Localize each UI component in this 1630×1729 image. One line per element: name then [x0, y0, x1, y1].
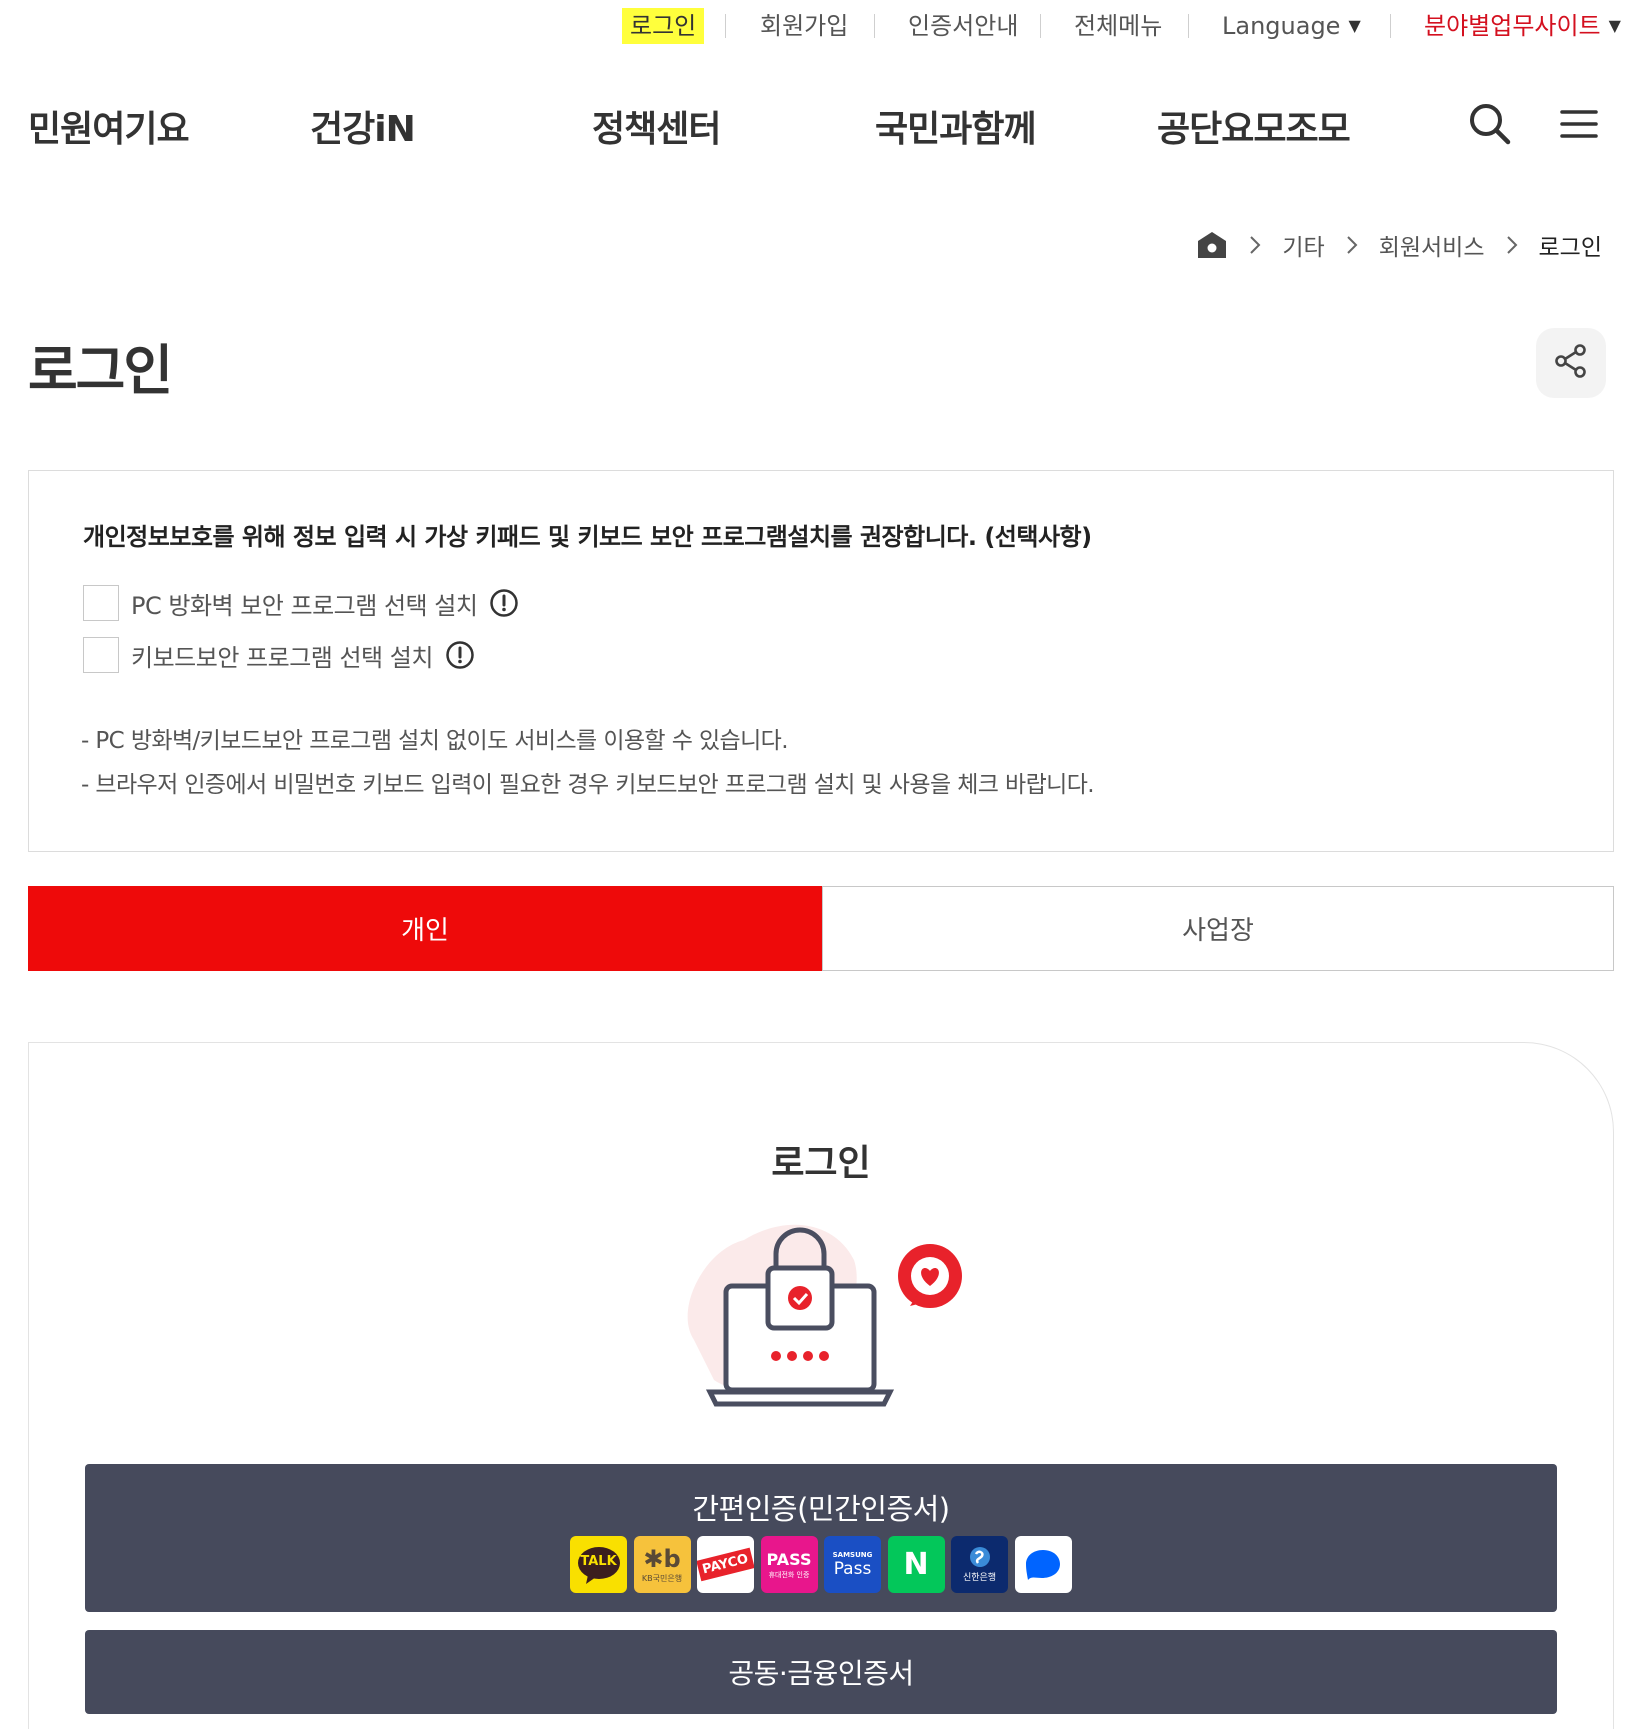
gnb-item-about-nhis[interactable]: 공단요모조모	[1157, 100, 1351, 152]
caret-down-icon: ▼	[1608, 16, 1621, 35]
firewall-checkbox[interactable]	[83, 585, 119, 621]
gnb-item-policy-center[interactable]: 정책센터	[592, 100, 721, 152]
utility-divider	[1040, 14, 1041, 38]
pass-sublabel: 휴대전화 인증	[768, 1570, 810, 1579]
pass-icon: PASS 휴대전화 인증	[760, 1536, 818, 1593]
utility-nav: 로그인 회원가입 인증서안내 전체메뉴 Language ▼ 분야별업무사이트 ▼	[0, 0, 1630, 50]
hamburger-menu-icon[interactable]	[1556, 100, 1604, 148]
home-icon[interactable]	[1196, 229, 1228, 261]
keyboard-security-option: 키보드보안 프로그램 선택 설치	[83, 637, 475, 673]
payco-icon: PAYCO	[697, 1536, 754, 1593]
keyboard-security-option-label[interactable]: 키보드보안 프로그램 선택 설치	[131, 638, 433, 673]
business-sites-dropdown[interactable]: 분야별업무사이트 ▼	[1424, 8, 1621, 44]
login-illustration	[664, 1210, 982, 1410]
utility-divider	[725, 14, 726, 38]
samsung-pass-sublabel: SAMSUNG	[832, 1550, 873, 1559]
certificate-login-button[interactable]: 공동·금융인증서	[85, 1630, 1557, 1714]
keyboard-security-checkbox[interactable]	[83, 637, 119, 673]
simple-auth-label: 간편인증(민간인증서)	[692, 1492, 950, 1526]
utility-divider	[1390, 14, 1391, 38]
kb-bank-icon: ✱b KB국민은행	[633, 1536, 691, 1593]
language-dropdown[interactable]: Language ▼	[1222, 8, 1361, 44]
search-icon[interactable]	[1466, 100, 1514, 148]
security-notice-title: 개인정보보호를 위해 정보 입력 시 가상 키패드 및 키보드 보안 프로그램설…	[83, 523, 1092, 551]
utility-all-menu-link[interactable]: 전체메뉴	[1074, 8, 1162, 44]
firewall-option: PC 방화벽 보안 프로그램 선택 설치	[83, 585, 519, 621]
samsung-pass-label: Pass	[833, 1558, 872, 1579]
toss-icon	[1014, 1536, 1072, 1593]
kb-star-icon: ✱b	[643, 1545, 681, 1573]
kakao-talk-icon: TALK	[570, 1536, 627, 1593]
chevron-right-icon	[1248, 234, 1262, 256]
business-sites-label: 분야별업무사이트	[1424, 12, 1601, 40]
breadcrumb-item[interactable]: 회원서비스	[1379, 228, 1485, 262]
chevron-right-icon	[1505, 234, 1519, 256]
tab-business[interactable]: 사업장	[822, 886, 1614, 971]
shinhan-bank-icon: 신한은행	[951, 1536, 1008, 1593]
share-icon	[1553, 343, 1589, 383]
security-notice-box: 개인정보보호를 위해 정보 입력 시 가상 키패드 및 키보드 보안 프로그램설…	[28, 470, 1614, 852]
utility-divider	[1188, 14, 1189, 38]
firewall-option-label[interactable]: PC 방화벽 보안 프로그램 선택 설치	[131, 586, 478, 621]
utility-signup-link[interactable]: 회원가입	[760, 8, 848, 44]
tab-personal[interactable]: 개인	[28, 886, 822, 971]
samsung-pass-icon: SAMSUNG Pass	[824, 1536, 881, 1593]
utility-divider	[874, 14, 875, 38]
breadcrumb: 기타 회원서비스 로그인	[1196, 228, 1602, 262]
caret-down-icon: ▼	[1348, 16, 1361, 35]
language-label: Language	[1222, 12, 1341, 40]
page-title: 로그인	[28, 339, 173, 402]
simple-auth-button[interactable]: 간편인증(민간인증서) TALK ✱b KB국민은행 PAYCO PASS 휴대…	[85, 1464, 1557, 1612]
shinhan-logo-icon	[969, 1547, 990, 1567]
chevron-right-icon	[1345, 234, 1359, 256]
utility-login-link[interactable]: 로그인	[622, 8, 705, 44]
gnb-item-civil-service[interactable]: 민원여기요	[28, 100, 190, 152]
provider-logos: TALK ✱b KB국민은행 PAYCO PASS 휴대전화 인증 SAMSUN…	[570, 1536, 1078, 1593]
utility-cert-guide-link[interactable]: 인증서안내	[908, 8, 1018, 44]
pass-label: PASS	[766, 1549, 812, 1569]
payco-label: PAYCO	[697, 1547, 754, 1582]
shinhan-bank-label: 신한은행	[962, 1573, 997, 1583]
security-note: - 브라우저 인증에서 비밀번호 키보드 입력이 필요한 경우 키보드보안 프로…	[81, 772, 1095, 798]
naver-label: N	[903, 1547, 929, 1582]
naver-icon: N	[887, 1536, 945, 1593]
login-card-title: 로그인	[771, 1143, 871, 1184]
info-icon[interactable]	[445, 640, 475, 670]
info-icon[interactable]	[489, 588, 519, 618]
gnb-item-with-citizens[interactable]: 국민과함께	[875, 100, 1037, 152]
breadcrumb-current: 로그인	[1538, 235, 1602, 261]
gnb-item-health-in[interactable]: 건강iN	[310, 100, 416, 152]
breadcrumb-item[interactable]: 기타	[1282, 228, 1324, 262]
kb-bank-label: KB국민은행	[641, 1574, 683, 1583]
kakao-talk-label: TALK	[580, 1554, 617, 1569]
share-button[interactable]	[1536, 328, 1606, 398]
security-note: - PC 방화벽/키보드보안 프로그램 설치 없이도 서비스를 이용할 수 있습…	[81, 728, 789, 754]
